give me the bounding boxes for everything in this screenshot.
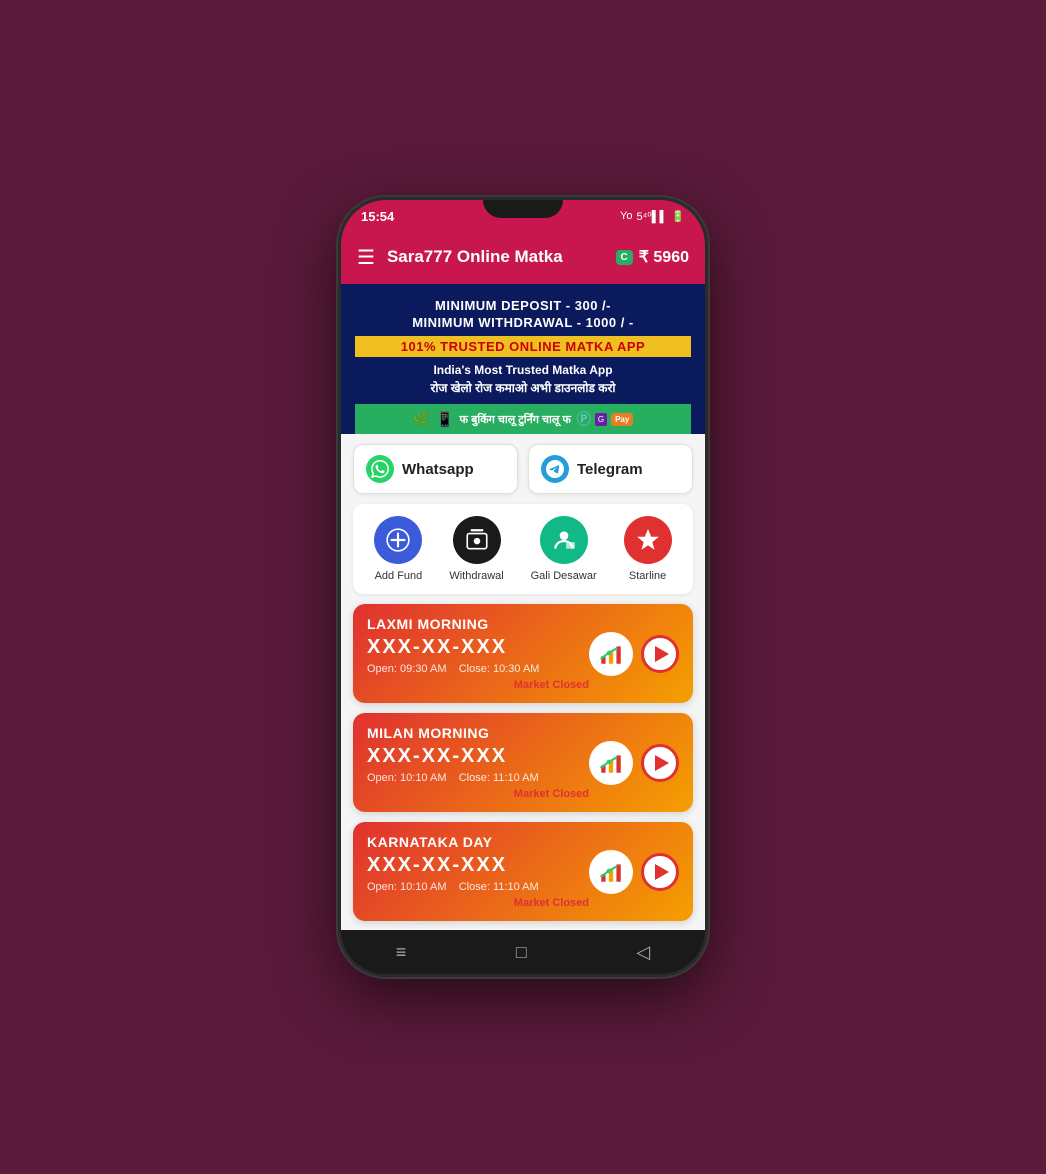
promo-banner: MINIMUM DEPOSIT - 300 /- MINIMUM WITHDRA… [341, 284, 705, 434]
nav-back-icon[interactable]: ◁ [636, 942, 650, 963]
banner-hindi: रोज खेलो रोज कमाओ अभी डाउनलोड करो [355, 379, 691, 396]
paytm-icon: Pay [611, 413, 633, 426]
play-triangle-icon [655, 646, 669, 662]
banner-bottom: 🌿 📱 फ बुकिंग चालू टुर्निंग चालू फ Ⓟ G Pa… [355, 404, 691, 434]
quick-actions-panel: Add Fund Withdrawal [353, 504, 693, 594]
signal-bars: 5⁴⁰▌▌ [636, 210, 667, 223]
gpay-icon: G [595, 413, 607, 426]
play-button-karnataka[interactable] [641, 853, 679, 891]
bottom-nav: ≡ □ ◁ [341, 930, 705, 974]
milan-morning-card: MILAN MORNING XXX-XX-XXX Open: 10:10 AM … [353, 713, 693, 812]
add-fund-button[interactable]: Add Fund [374, 516, 422, 582]
contact-buttons: Whatsapp Telegram [341, 434, 705, 504]
banner-booking-text: फ बुकिंग चालू टुर्निंग चालू फ [460, 412, 571, 427]
withdrawal-label: Withdrawal [449, 570, 503, 582]
market-name-milan: MILAN MORNING [367, 725, 589, 741]
play-triangle-icon-milan [655, 755, 669, 771]
whatsapp-icon [366, 455, 394, 483]
header-balance: C ₹ 5960 [616, 247, 689, 267]
screen-content: MINIMUM DEPOSIT - 300 /- MINIMUM WITHDRA… [341, 284, 705, 930]
balance-icon: C [616, 250, 633, 265]
app-title: Sara777 Online Matka [387, 247, 604, 267]
market-status-karnataka: Market Closed [367, 897, 589, 909]
market-name-laxmi: LAXMI MORNING [367, 616, 589, 632]
chart-button-milan[interactable] [589, 741, 633, 785]
chart-button-laxmi[interactable] [589, 632, 633, 676]
market-time-laxmi: Open: 09:30 AM Close: 10:30 AM [367, 663, 589, 675]
starline-label: Starline [629, 570, 666, 582]
market-status-laxmi: Market Closed [367, 679, 589, 691]
banner-line1: MINIMUM DEPOSIT - 300 /- [355, 298, 691, 313]
telegram-button[interactable]: Telegram [528, 444, 693, 494]
market-status-milan: Market Closed [367, 788, 589, 800]
karnataka-day-card: KARNATAKA DAY XXX-XX-XXX Open: 10:10 AM … [353, 822, 693, 921]
add-fund-label: Add Fund [375, 570, 423, 582]
banner-line2: MINIMUM WITHDRAWAL - 1000 / - [355, 315, 691, 330]
market-result-milan: XXX-XX-XXX [367, 745, 589, 768]
chart-button-karnataka[interactable] [589, 850, 633, 894]
starline-icon [624, 516, 672, 564]
app-header: ☰ Sara777 Online Matka C ₹ 5960 [341, 230, 705, 284]
market-result-laxmi: XXX-XX-XXX [367, 636, 589, 659]
status-icons: Yo 5⁴⁰▌▌ 🔋 [620, 210, 685, 223]
nav-menu-icon[interactable]: ≡ [396, 942, 407, 963]
status-time: 15:54 [361, 209, 394, 224]
phone-frame: 15:54 Yo 5⁴⁰▌▌ 🔋 ☰ Sara777 Online Matka … [338, 197, 708, 977]
telegram-label: Telegram [577, 461, 643, 478]
add-fund-icon [374, 516, 422, 564]
payment-icons: Ⓟ G Pay [577, 409, 633, 429]
network-icon: Yo [620, 210, 632, 222]
market-name-karnataka: KARNATAKA DAY [367, 834, 589, 850]
battery-icon: 🔋 [671, 210, 685, 223]
play-triangle-icon-karnataka [655, 864, 669, 880]
gali-label: Gali Desawar [531, 570, 597, 582]
notch [483, 200, 563, 218]
play-button-laxmi[interactable] [641, 635, 679, 673]
balance-amount: ₹ 5960 [639, 247, 689, 267]
telegram-icon [541, 455, 569, 483]
menu-button[interactable]: ☰ [357, 245, 375, 270]
withdrawal-icon [453, 516, 501, 564]
banner-india: India's Most Trusted Matka App [355, 363, 691, 377]
gali-desawar-button[interactable]: Gali Desawar [531, 516, 597, 582]
laxmi-morning-card: LAXMI MORNING XXX-XX-XXX Open: 09:30 AM … [353, 604, 693, 703]
banner-trusted: 101% TRUSTED ONLINE MATKA APP [355, 336, 691, 357]
whatsapp-button[interactable]: Whatsapp [353, 444, 518, 494]
market-time-karnataka: Open: 10:10 AM Close: 11:10 AM [367, 881, 589, 893]
starline-button[interactable]: Starline [624, 516, 672, 582]
nav-home-icon[interactable]: □ [516, 942, 527, 963]
whatsapp-label: Whatsapp [402, 461, 474, 478]
market-result-karnataka: XXX-XX-XXX [367, 854, 589, 877]
market-time-milan: Open: 10:10 AM Close: 11:10 AM [367, 772, 589, 784]
withdrawal-button[interactable]: Withdrawal [449, 516, 503, 582]
play-button-milan[interactable] [641, 744, 679, 782]
gali-icon [540, 516, 588, 564]
